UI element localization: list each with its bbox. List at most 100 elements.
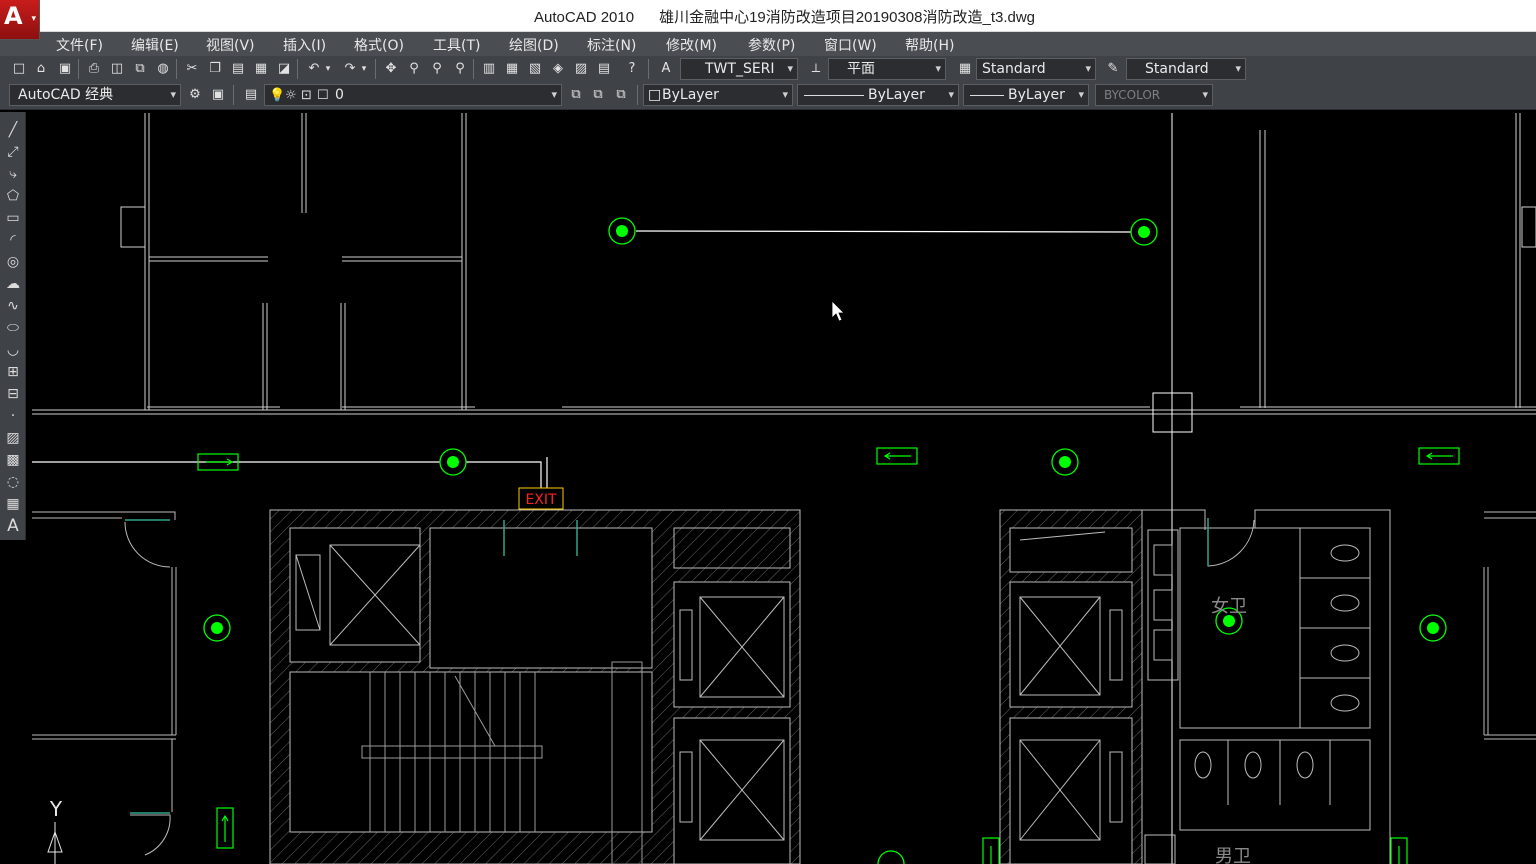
block-editor-icon[interactable]: ◪ [274, 59, 294, 79]
layer-select[interactable]: 💡 ☼ ⊡ ☐ 0 ▾ [264, 84, 562, 106]
redo-icon[interactable]: ↷ [340, 59, 360, 79]
multileader-style-icon[interactable]: ✎ [1103, 59, 1123, 79]
menu-window[interactable]: 窗口(W) [824, 35, 877, 55]
copy-icon[interactable]: ❐ [205, 59, 225, 79]
ucs-icon: Y [47, 797, 63, 864]
standard-toolbar: □ ⌂ ▣ ⎙ ◫ ⧉ ◍ ✂ ❐ ▤ ▦ ◪ ↶ ▾ ↷ ▾ ✥ ⚲ ⚲ ⚲ … [0, 56, 1536, 82]
pan-icon[interactable]: ✥ [381, 59, 401, 79]
view-style-select[interactable]: 平面 ▾ [828, 58, 946, 80]
layer-state-icon[interactable]: ⧉ [611, 85, 631, 105]
revision-cloud-icon[interactable]: ☁ [3, 274, 23, 294]
undo-dropdown-icon[interactable]: ▾ [322, 59, 334, 79]
cut-icon[interactable]: ✂ [182, 59, 202, 79]
ellipse-icon[interactable]: ⬭ [3, 318, 23, 338]
markup-icon[interactable]: ▨ [571, 59, 591, 79]
text-style-icon[interactable]: A [656, 59, 676, 79]
smoke-detector[interactable] [608, 217, 636, 245]
layer-previous-icon[interactable]: ⧉ [588, 85, 608, 105]
menu-help[interactable]: 帮助(H) [905, 35, 954, 55]
smoke-detector[interactable] [1419, 614, 1447, 642]
layer-manager-icon[interactable]: ▤ [241, 85, 261, 105]
chevron-down-icon: ▾ [948, 88, 954, 101]
region-icon[interactable]: ◌ [3, 472, 23, 492]
dim-style-icon[interactable]: ⟂ [806, 59, 826, 79]
polyline-icon[interactable]: ⤷ [3, 164, 23, 184]
chevron-down-icon: ▾ [1078, 88, 1084, 101]
smoke-detector[interactable] [1051, 448, 1079, 476]
workspace-select[interactable]: AutoCAD 经典 ▾ [9, 84, 181, 106]
table-style-select[interactable]: Standard ▾ [1126, 58, 1246, 80]
insert-block-icon[interactable]: ⊞ [3, 362, 23, 382]
plot-style-select[interactable]: BYCOLOR ▾ [1095, 84, 1213, 106]
table-style-icon[interactable]: ▦ [955, 59, 975, 79]
make-current-layer-icon[interactable]: ⧉ [566, 85, 586, 105]
table-icon[interactable]: ▦ [3, 494, 23, 514]
preview-icon[interactable]: ◫ [107, 59, 127, 79]
menu-parametric[interactable]: 参数(P) [748, 35, 795, 55]
drawing-canvas[interactable]: EXIT 女卫 男卫 Y [26, 111, 1536, 864]
zoom-window-icon[interactable]: ⚲ [427, 59, 447, 79]
smoke-detector[interactable] [1130, 218, 1158, 246]
smoke-detector[interactable] [877, 850, 905, 864]
match-properties-icon[interactable]: ▦ [251, 59, 271, 79]
menu-draw[interactable]: 绘图(D) [509, 35, 559, 55]
arrow-up-sign-icon[interactable] [1390, 837, 1408, 864]
smoke-detector[interactable] [439, 448, 467, 476]
publish-icon[interactable]: ⧉ [130, 59, 150, 79]
menu-modify[interactable]: 修改(M) [666, 35, 717, 55]
menu-dimension[interactable]: 标注(N) [587, 35, 636, 55]
text-style-select[interactable]: TWT_SERI ▾ [680, 58, 798, 80]
linetype-value: ByLayer [868, 87, 925, 103]
smoke-detector[interactable] [203, 614, 231, 642]
construction-line-icon[interactable]: ⤢ [3, 142, 23, 162]
menu-insert[interactable]: 插入(I) [283, 35, 326, 55]
workspace-save-icon[interactable]: ▣ [208, 85, 228, 105]
arrow-left-sign-icon[interactable] [876, 447, 918, 465]
zoom-realtime-icon[interactable]: ⚲ [404, 59, 424, 79]
polygon-icon[interactable]: ⬠ [3, 186, 23, 206]
3d-publish-icon[interactable]: ◍ [153, 59, 173, 79]
chevron-down-icon: ▾ [170, 88, 176, 101]
design-center-icon[interactable]: ▦ [502, 59, 522, 79]
ellipse-arc-icon[interactable]: ◡ [3, 340, 23, 360]
zoom-previous-icon[interactable]: ⚲ [450, 59, 470, 79]
rectangle-icon[interactable]: ▭ [3, 208, 23, 228]
calculator-icon[interactable]: ▤ [594, 59, 614, 79]
exit-sign[interactable]: EXIT [518, 487, 564, 510]
color-select[interactable]: □ ByLayer ▾ [643, 84, 793, 106]
print-icon[interactable]: ⎙ [84, 59, 104, 79]
sheet-set-icon[interactable]: ◈ [548, 59, 568, 79]
save-icon[interactable]: ▣ [55, 59, 75, 79]
point-icon[interactable]: · [3, 406, 23, 426]
paste-icon[interactable]: ▤ [228, 59, 248, 79]
menu-view[interactable]: 视图(V) [206, 35, 255, 55]
spline-icon[interactable]: ∿ [3, 296, 23, 316]
workspace-settings-icon[interactable]: ⚙ [185, 85, 205, 105]
open-icon[interactable]: ⌂ [31, 59, 51, 79]
menu-edit[interactable]: 编辑(E) [131, 35, 179, 55]
hatch-icon[interactable]: ▨ [3, 428, 23, 448]
menu-tools[interactable]: 工具(T) [433, 35, 480, 55]
make-block-icon[interactable]: ⊟ [3, 384, 23, 404]
gradient-icon[interactable]: ▩ [3, 450, 23, 470]
menu-format[interactable]: 格式(O) [354, 35, 404, 55]
linetype-select[interactable]: ByLayer ▾ [797, 84, 959, 106]
help-icon[interactable]: ? [622, 59, 642, 79]
circle-icon[interactable]: ◎ [3, 252, 23, 272]
arc-icon[interactable]: ◜ [3, 230, 23, 250]
new-icon[interactable]: □ [9, 59, 29, 79]
arrow-up-sign-icon[interactable] [216, 807, 234, 849]
lineweight-select[interactable]: ByLayer ▾ [963, 84, 1089, 106]
autocad-logo-icon[interactable]: A ▾ [0, 0, 40, 40]
menu-file[interactable]: 文件(F) [56, 35, 103, 55]
properties-icon[interactable]: ▥ [479, 59, 499, 79]
undo-icon[interactable]: ↶ [304, 59, 324, 79]
arrow-up-sign-icon[interactable] [982, 837, 1000, 864]
dim-style-select[interactable]: Standard ▾ [976, 58, 1096, 80]
redo-dropdown-icon[interactable]: ▾ [358, 59, 370, 79]
line-icon[interactable]: ╱ [3, 120, 23, 140]
chevron-down-icon: ▾ [787, 62, 793, 75]
arrow-left-sign-icon[interactable] [1418, 447, 1460, 465]
tool-palettes-icon[interactable]: ▧ [525, 59, 545, 79]
text-icon[interactable]: A [3, 516, 23, 536]
